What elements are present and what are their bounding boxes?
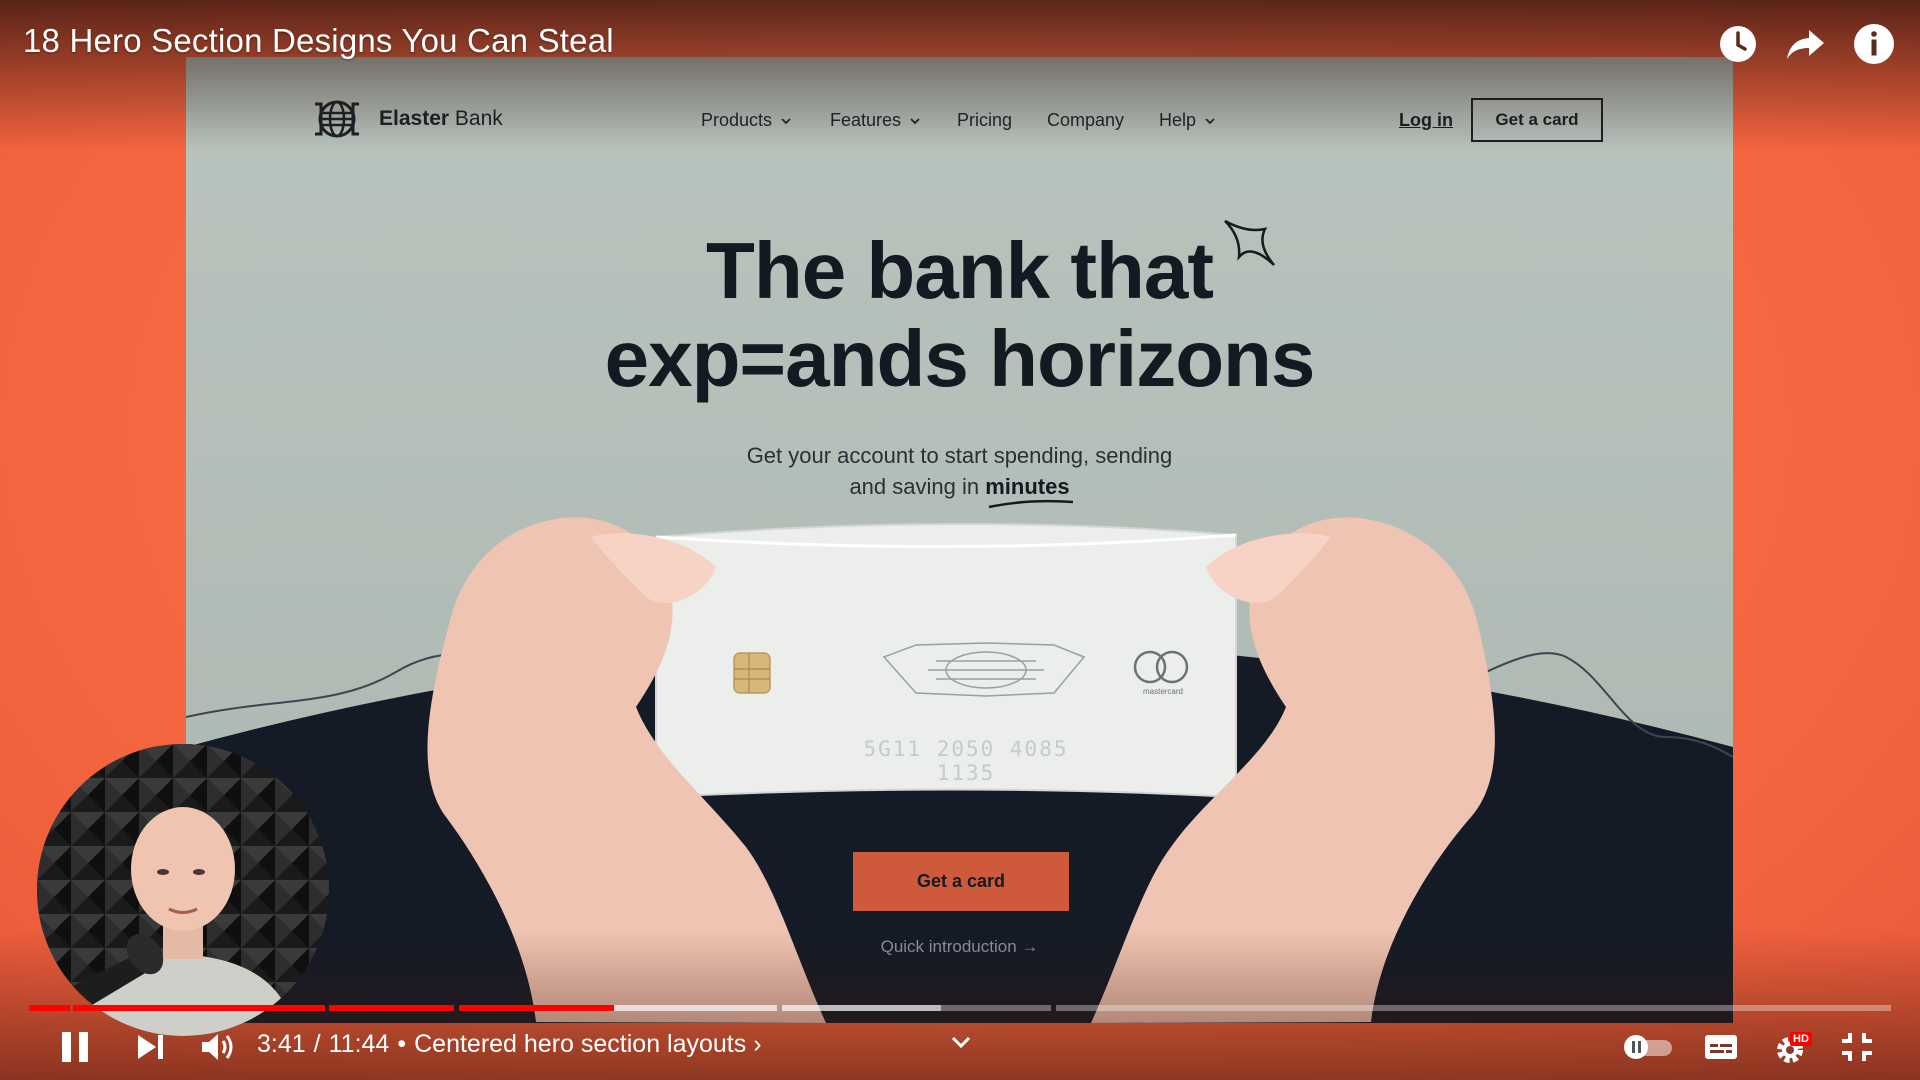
card-number: 5G11 2050 4085 1135 — [863, 737, 1069, 785]
chapter-bullet: • — [397, 1030, 407, 1058]
chapter-segment[interactable] — [1056, 1005, 1891, 1011]
share-button[interactable] — [1782, 20, 1830, 68]
quick-intro-link[interactable]: Quick introduction → — [186, 937, 1733, 957]
clock-icon — [1720, 26, 1756, 62]
pause-button[interactable] — [58, 1030, 92, 1064]
hd-badge: HD — [1790, 1032, 1812, 1046]
video-frame-website: Elaster Bank Products Features Pricing C… — [186, 57, 1733, 1023]
pause-icon — [62, 1032, 88, 1062]
chapter-segment[interactable] — [782, 1005, 1051, 1011]
chip-icon — [733, 652, 771, 694]
chapter-segment[interactable] — [73, 1005, 325, 1011]
time-display: 3:41 / 11:44 • Centered hero section lay… — [257, 1030, 762, 1059]
share-arrow-icon — [1787, 30, 1824, 59]
exit-fullscreen-button[interactable] — [1840, 1031, 1874, 1063]
duration: 11:44 — [328, 1030, 390, 1058]
hero-get-card-button[interactable]: Get a card — [853, 852, 1069, 911]
progress-bar[interactable] — [29, 1005, 1891, 1011]
played-fill — [459, 1005, 614, 1011]
time-separator: / — [313, 1030, 321, 1058]
info-icon — [1854, 24, 1894, 64]
played-fill — [73, 1005, 325, 1011]
info-button[interactable] — [1850, 20, 1898, 68]
chapter-segment[interactable] — [459, 1005, 777, 1011]
played-fill — [29, 1005, 70, 1011]
buffered-fill — [782, 1005, 942, 1011]
next-track-icon — [138, 1035, 163, 1059]
chevron-down-icon — [951, 1036, 971, 1049]
watch-later-button[interactable] — [1714, 20, 1762, 68]
captions-button[interactable] — [1704, 1032, 1738, 1062]
chapter-segment[interactable] — [29, 1005, 70, 1011]
captions-icon — [1705, 1035, 1737, 1059]
chapter-segment[interactable] — [329, 1005, 454, 1011]
played-fill — [329, 1005, 454, 1011]
volume-button[interactable] — [199, 1030, 237, 1064]
presenter-image — [37, 744, 329, 1036]
presenter-webcam — [37, 744, 329, 1036]
card-brand-label: mastercard — [1142, 687, 1183, 696]
chapter-title[interactable]: Centered hero section layouts › — [414, 1030, 761, 1059]
exit-fullscreen-icon — [1842, 1033, 1872, 1061]
autoplay-toggle[interactable] — [1622, 1034, 1676, 1060]
current-time: 3:41 — [257, 1030, 306, 1058]
video-title[interactable]: 18 Hero Section Designs You Can Steal — [23, 22, 614, 60]
next-button[interactable] — [134, 1031, 168, 1063]
video-player[interactable]: Elaster Bank Products Features Pricing C… — [0, 0, 1920, 1080]
autoplay-toggle-icon — [1624, 1035, 1672, 1059]
chevron-right-icon: › — [753, 1030, 762, 1058]
volume-icon — [202, 1034, 233, 1060]
more-videos-toggle[interactable] — [950, 1034, 972, 1050]
settings-button[interactable]: HD — [1774, 1030, 1814, 1066]
